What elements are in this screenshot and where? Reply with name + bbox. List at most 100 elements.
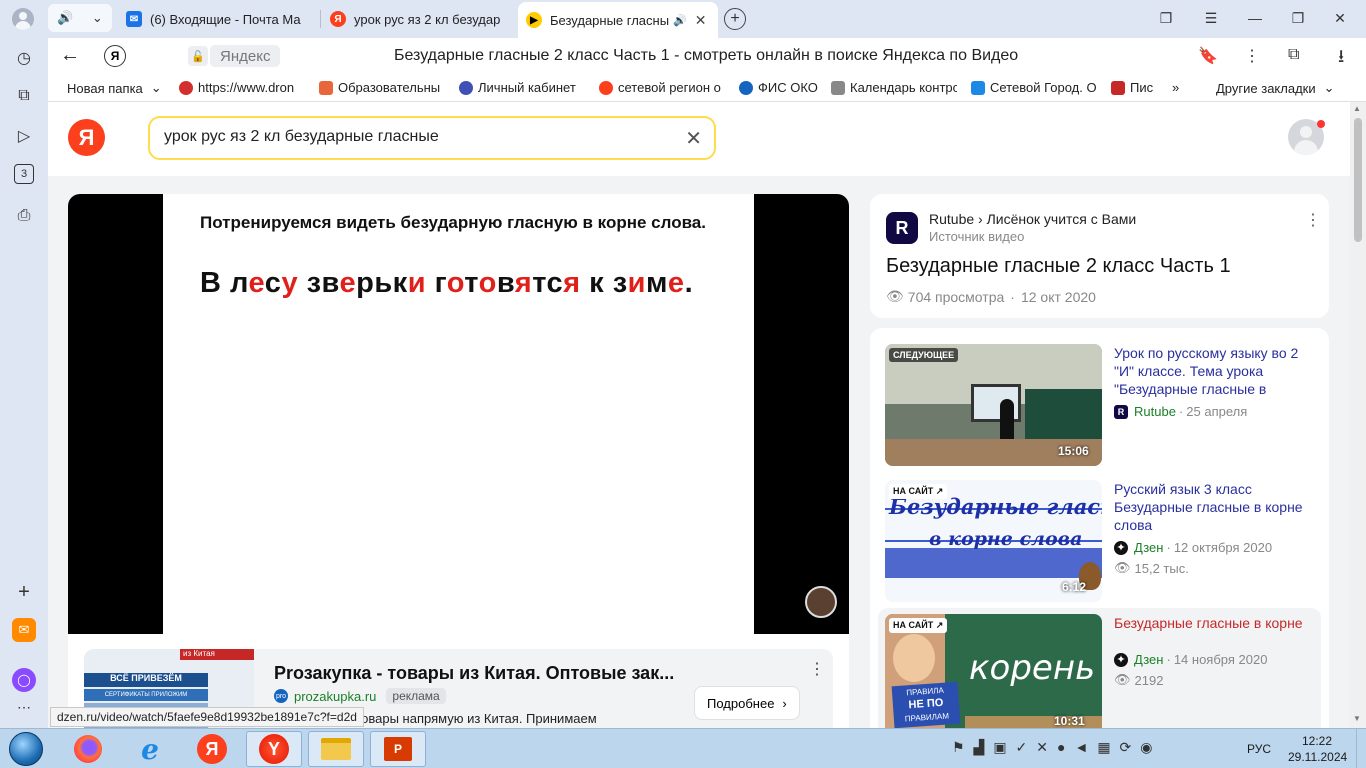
start-button[interactable] — [0, 731, 52, 767]
minimize-button[interactable]: — — [1244, 8, 1266, 28]
letter-icon — [1111, 80, 1125, 95]
duration-badge: 15:06 — [1058, 444, 1089, 458]
bookmark-folder[interactable]: Новая папка ⌄ — [67, 80, 167, 96]
firefox-icon[interactable] — [60, 731, 116, 767]
bookmark-item[interactable]: Календарь контро — [831, 80, 957, 95]
close-window-button[interactable]: ✕ — [1329, 8, 1351, 28]
thumbnail-badge: НА САЙТ ↗ — [889, 484, 948, 499]
lock-icon[interactable]: 🔓 — [188, 46, 208, 66]
bookmark-icon[interactable]: 🔖 — [1198, 46, 1218, 66]
slide-heading: Потренируемся видеть безударную гласную … — [200, 213, 706, 232]
alice-icon[interactable]: ◯ — [12, 668, 36, 692]
related-item[interactable]: СЛЕДУЮЩЕЕ 15:06 Урок по русскому языку в… — [878, 338, 1321, 470]
add-panel-icon[interactable]: + — [12, 580, 36, 604]
downloads-icon[interactable]: ⭳ — [1338, 44, 1344, 74]
bookmarks-bar: Новая папка ⌄ https://www.dron Образоват… — [48, 74, 1366, 102]
site-chip[interactable]: Яндекс — [210, 45, 281, 67]
tab-close-icon[interactable]: ✕ — [695, 12, 707, 29]
slide-sentence: В лесу зверьки готовятся к зиме. — [200, 267, 740, 300]
menu-icon[interactable]: ☰ — [1200, 8, 1222, 28]
scroll-down-arrow[interactable]: ▼ — [1353, 714, 1361, 723]
related-item[interactable]: Безударные гласные в корне слова НА САЙТ… — [878, 474, 1321, 606]
profile-icon[interactable] — [12, 8, 34, 30]
screenshot-icon[interactable]: ⎙ — [12, 204, 36, 228]
video-player[interactable]: Потренируемся видеть безударную гласную … — [68, 194, 849, 634]
duration-badge: 6:12 — [1062, 580, 1087, 594]
presentation-app-icon[interactable]: P — [370, 731, 426, 767]
tab-audio-group[interactable]: 🔊 ⌄ — [48, 4, 112, 32]
bookmark-item[interactable]: https://www.dron — [179, 80, 304, 95]
sentence-fragment: у — [281, 267, 299, 299]
source-line[interactable]: Rutube › Лисёнок учится с Вами — [929, 211, 1136, 227]
bookmark-item[interactable]: Пис — [1111, 80, 1157, 95]
internet-explorer-icon[interactable]: e — [122, 731, 178, 767]
yandex-logo[interactable]: Я — [68, 119, 105, 156]
edu-icon — [319, 80, 333, 95]
ad-title[interactable]: Prозакупка - товары из Китая. Оптовые за… — [274, 663, 694, 684]
sentence-fragment: е — [248, 267, 265, 299]
counter-icon[interactable]: 3 — [14, 164, 34, 184]
new-tab-button[interactable]: + — [724, 8, 746, 30]
calendar-icon — [831, 80, 845, 95]
bookmark-item[interactable]: Образовательны — [319, 80, 445, 95]
tabs-icon[interactable]: ⧉ — [12, 84, 36, 108]
tab-video[interactable]: ▶ Безударные гласны 🔊 ✕ — [518, 2, 718, 38]
related-views: 👁 15,2 тыс. — [1114, 560, 1189, 576]
related-item[interactable]: корень ПРАВИЛА НЕ ПО ПРАВИЛАМ НА САЙТ ↗ … — [878, 608, 1321, 728]
sentence-fragment: и — [627, 267, 646, 299]
search-input[interactable] — [164, 128, 664, 146]
sentence-fragment: е — [667, 267, 685, 299]
chevron-down-icon: ⌄ — [91, 10, 103, 25]
page-title[interactable]: Безударные гласные 2 класс Часть 1 - смо… — [394, 47, 1074, 65]
related-title[interactable]: Русский язык 3 класс Безударные гласные … — [1114, 480, 1314, 534]
sentence-fragment: зв — [298, 267, 340, 299]
other-bookmarks[interactable]: Другие закладки ⌄ — [1216, 80, 1335, 96]
back-button[interactable]: ← — [60, 44, 80, 67]
windows-taskbar: e Я Y P ⚑▟▣✓✕●◄▦⟳◉ РУС 12:22 29.11.2024 — [0, 728, 1366, 768]
show-desktop-button[interactable] — [1356, 729, 1366, 768]
bookmark-item[interactable]: ФИС ОКО — [739, 80, 834, 95]
tab-speaker-icon[interactable]: 🔊 — [673, 14, 687, 27]
bookmark-item[interactable]: Сетевой Город. О — [971, 80, 1097, 95]
clear-search-icon[interactable]: ✕ — [685, 126, 702, 151]
scroll-up-arrow[interactable]: ▲ — [1353, 104, 1361, 113]
clock[interactable]: 12:22 29.11.2024 — [1288, 733, 1347, 765]
video-meta: 👁 704 просмотра · 12 окт 2020 — [886, 288, 1096, 305]
tray-icons[interactable]: ⚑▟▣✓✕●◄▦⟳◉ — [952, 739, 1162, 756]
ad-more-button[interactable]: Подробнее › — [694, 686, 800, 720]
language-indicator[interactable]: РУС — [1247, 742, 1271, 756]
ad-source[interactable]: pro prozakupka.ru реклама — [274, 688, 446, 704]
bookmark-item[interactable]: Личный кабинет — [459, 80, 585, 95]
history-icon[interactable]: ◷ — [12, 46, 36, 70]
sentence-fragment: я — [514, 267, 533, 299]
fis-icon — [739, 80, 753, 95]
restore-button[interactable]: ❐ — [1287, 8, 1309, 28]
collections-icon[interactable]: ❐ — [1155, 8, 1177, 28]
yandex-taskbar-icon[interactable]: Я — [184, 731, 240, 767]
thumbnail-badge: НА САЙТ ↗ — [889, 618, 948, 633]
sentence-fragment: т — [464, 267, 479, 299]
tab-mail[interactable]: ✉ (6) Входящие - Почта Ма — [118, 4, 318, 34]
related-title[interactable]: Урок по русскому языку во 2 "И" классе. … — [1114, 344, 1314, 398]
bookmark-item[interactable]: сетевой регион о — [599, 80, 725, 95]
card-menu-icon[interactable]: ⋮ — [1305, 210, 1321, 230]
related-meta: ✦ Дзен · 12 октября 2020 — [1114, 540, 1272, 555]
bookmarks-overflow-icon[interactable]: » — [1172, 80, 1179, 95]
more-icon[interactable]: ⋯ — [12, 699, 36, 715]
ad-menu-icon[interactable]: ⋮ — [809, 659, 825, 679]
sentence-fragment: с — [264, 267, 282, 299]
extensions-icon[interactable]: ⧉ — [1288, 46, 1299, 64]
scrollbar-thumb[interactable] — [1354, 118, 1362, 242]
menu-dots-icon[interactable]: ⋮ — [1244, 46, 1260, 66]
chevron-down-icon: ⌄ — [1323, 80, 1335, 95]
yandex-browser-taskbar-icon[interactable]: Y — [246, 731, 302, 767]
search-box[interactable]: ✕ — [148, 116, 716, 160]
file-explorer-icon[interactable] — [308, 731, 364, 767]
ad-banner-top: из Китая — [180, 649, 254, 660]
mail-icon: ✉ — [126, 11, 142, 27]
page-scrollbar[interactable]: ▲ ▼ — [1350, 102, 1366, 728]
tab-search[interactable]: Я урок рус яз 2 кл безудар — [322, 4, 517, 34]
video-icon[interactable]: ▷ — [12, 124, 36, 148]
yandex-button[interactable]: Я — [104, 45, 126, 67]
mail-app-icon[interactable]: ✉ — [12, 618, 36, 642]
